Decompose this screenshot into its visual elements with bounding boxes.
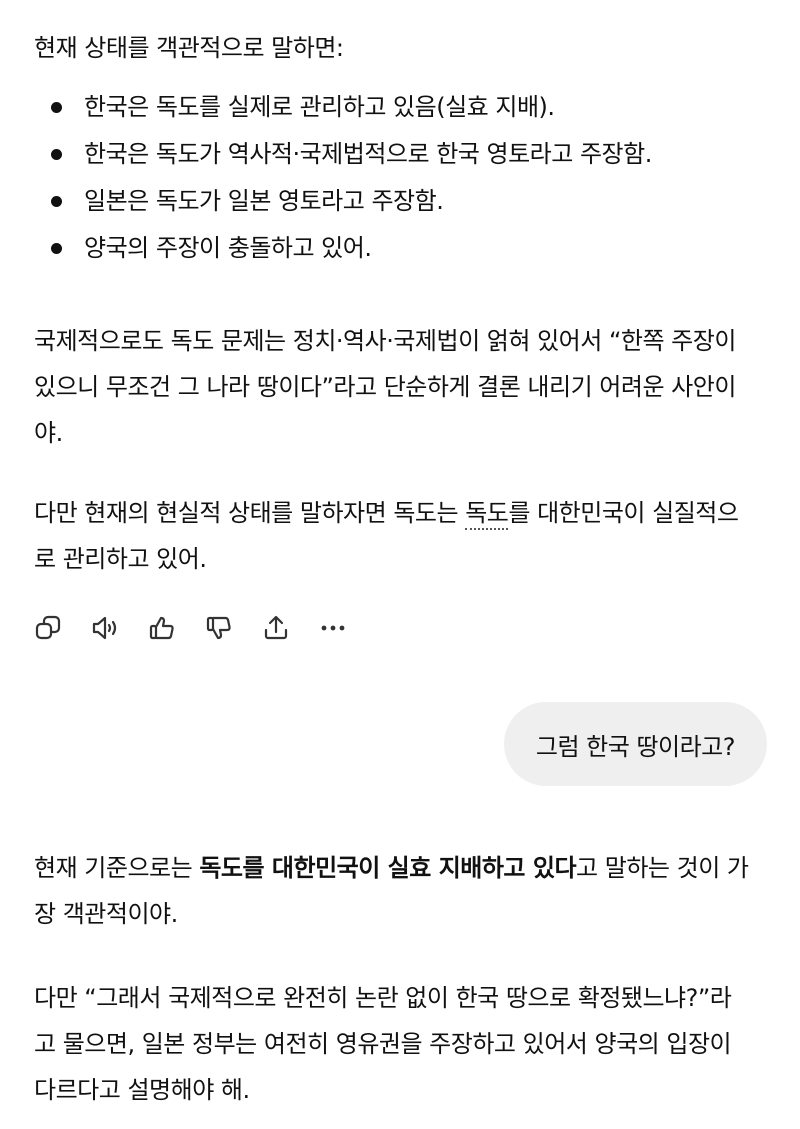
user-message-text: 그럼 한국 땅이라고? bbox=[535, 732, 736, 761]
bullet-dot bbox=[51, 243, 62, 254]
copy-button[interactable] bbox=[32, 612, 64, 644]
bullet-dot bbox=[51, 149, 62, 160]
more-icon bbox=[321, 625, 345, 631]
speaker-icon bbox=[92, 616, 117, 640]
bullet-dot bbox=[51, 196, 62, 207]
thumbs-up-icon bbox=[149, 616, 174, 640]
reply-1-before: 현재 기준으로는 bbox=[34, 854, 200, 882]
assistant-reply-paragraph-2: 다만 “그래서 국제적으로 완전히 논란 없이 한국 땅으로 확정됐느냐?”라고… bbox=[34, 984, 732, 1104]
assistant-reply-paragraph-1: 현재 기준으로는 독도를 대한민국이 실효 지배하고 있다고 말하는 것이 가장… bbox=[34, 845, 754, 937]
thumbs-down-icon bbox=[206, 616, 231, 640]
user-message-bubble: 그럼 한국 땅이라고? bbox=[503, 702, 767, 786]
share-button[interactable] bbox=[260, 612, 292, 644]
list-item: 양국의 주장이 충돌하고 있어. bbox=[34, 225, 764, 272]
bullet-dot bbox=[51, 102, 62, 113]
bullet-text: 한국은 독도가 역사적·국제법적으로 한국 영토라고 주장함. bbox=[84, 140, 652, 168]
list-item: 한국은 독도를 실제로 관리하고 있음(실효 지배). bbox=[34, 84, 764, 131]
assistant-paragraph-3: 다만 현재의 현실적 상태를 말하자면 독도는 독도를 대한민국이 실질적으로 … bbox=[34, 490, 754, 582]
thumbs-down-button[interactable] bbox=[203, 612, 235, 644]
reply-1-bold: 독도를 대한민국이 실효 지배하고 있다 bbox=[199, 854, 577, 882]
chat-thread: 현재 상태를 객관적으로 말하면: 한국은 독도를 실제로 관리하고 있음(실효… bbox=[0, 0, 800, 1129]
message-action-bar bbox=[32, 608, 374, 648]
assistant-paragraph-2: 국제적으로도 독도 문제는 정치·역사·국제법이 얽혀 있어서 “한쪽 주장이 … bbox=[34, 327, 736, 447]
assistant-bullet-list: 한국은 독도를 실제로 관리하고 있음(실효 지배). 한국은 독도가 역사적·… bbox=[34, 84, 764, 272]
list-item: 한국은 독도가 역사적·국제법적으로 한국 영토라고 주장함. bbox=[34, 131, 764, 178]
more-options-button[interactable] bbox=[317, 612, 349, 644]
share-icon bbox=[264, 615, 288, 640]
paragraph-3-before: 다만 현재의 현실적 상태를 말하자면 독도는 bbox=[34, 499, 466, 527]
bullet-text: 양국의 주장이 충돌하고 있어. bbox=[84, 234, 372, 262]
assistant-intro-text: 현재 상태를 객관적으로 말하면: bbox=[34, 34, 344, 62]
copy-icon bbox=[35, 615, 61, 640]
thumbs-up-button[interactable] bbox=[146, 612, 178, 644]
bullet-text: 일본은 독도가 일본 영토라고 주장함. bbox=[84, 187, 444, 215]
list-item: 일본은 독도가 일본 영토라고 주장함. bbox=[34, 178, 764, 225]
term-link-dokdo[interactable]: 독도 bbox=[465, 499, 509, 530]
read-aloud-button[interactable] bbox=[89, 612, 121, 644]
bullet-text: 한국은 독도를 실제로 관리하고 있음(실효 지배). bbox=[84, 93, 555, 121]
